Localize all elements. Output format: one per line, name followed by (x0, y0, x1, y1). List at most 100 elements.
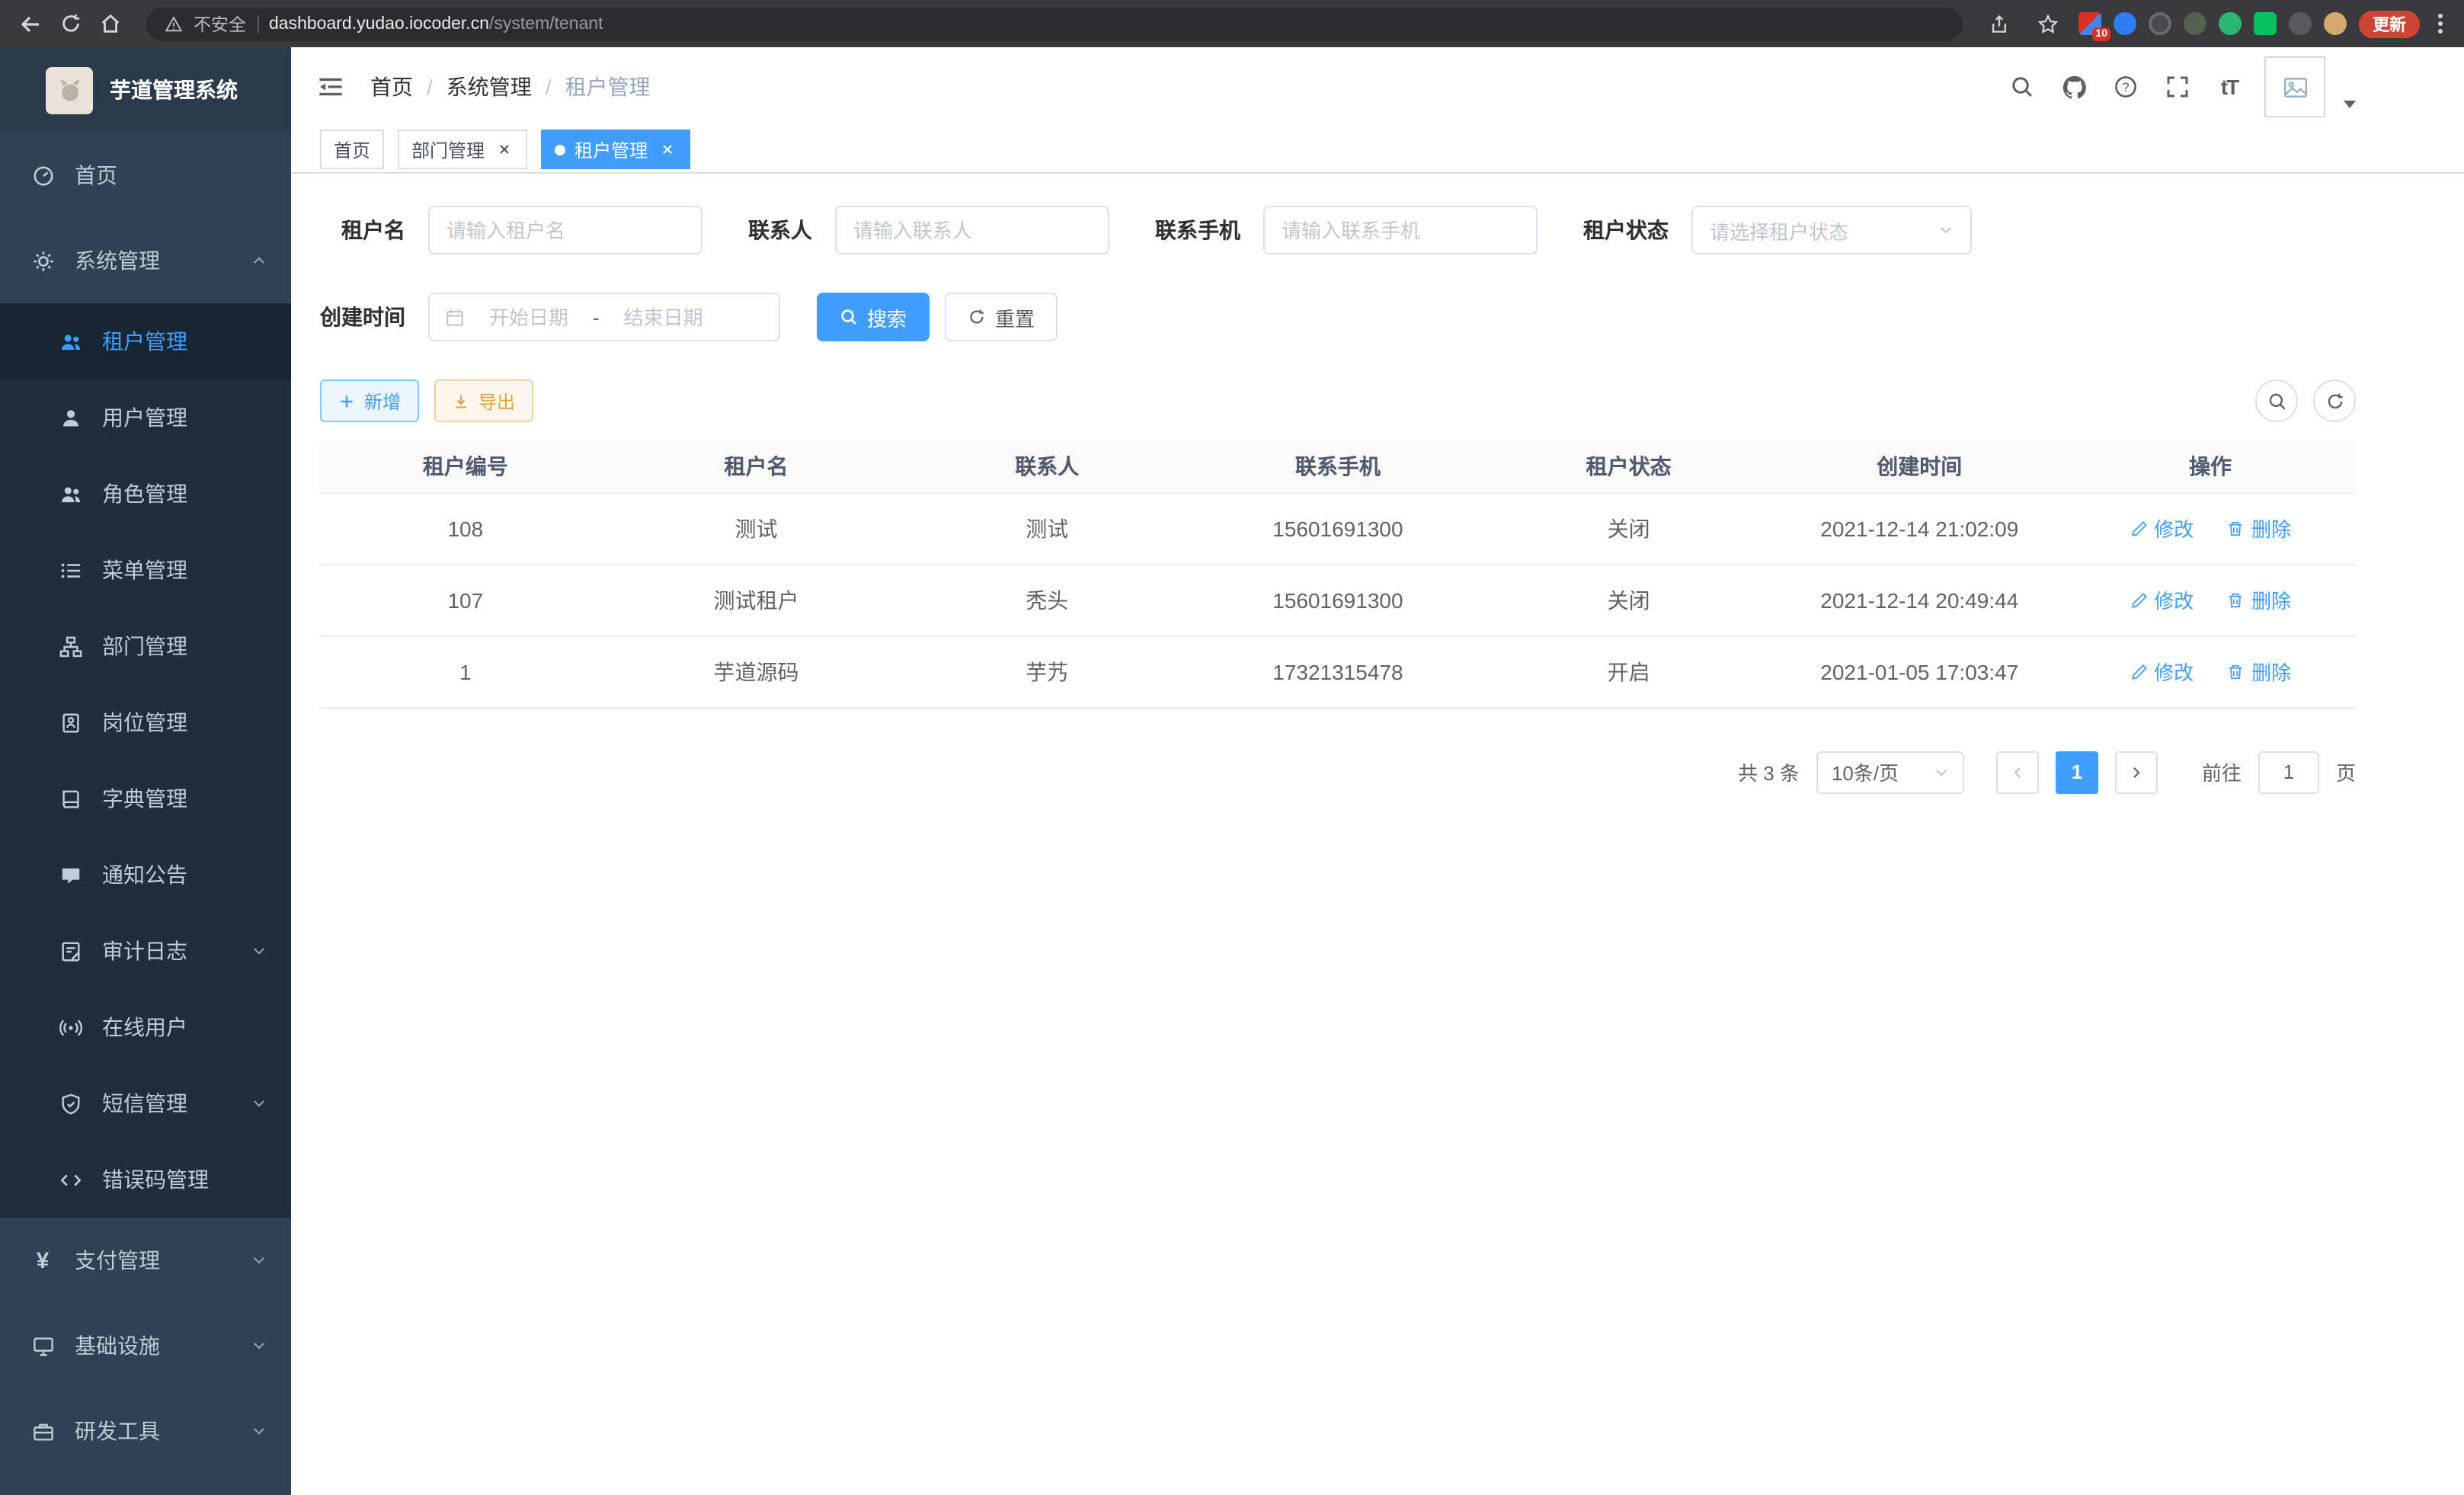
tab-close-icon[interactable] (494, 139, 514, 159)
browser-update-button[interactable]: 更新 (2359, 10, 2420, 37)
toggle-search-icon[interactable] (2255, 379, 2298, 422)
caret-down-icon[interactable] (2344, 100, 2356, 107)
date-end-input[interactable] (606, 306, 722, 328)
extension-icon-4[interactable] (2184, 12, 2206, 35)
audit-log-icon (58, 939, 82, 963)
prev-page-button[interactable] (1996, 751, 2039, 793)
breadcrumb-system[interactable]: 系统管理 (446, 72, 532, 102)
breadcrumb-home[interactable]: 首页 (370, 72, 413, 102)
chevron-down-icon (251, 943, 267, 959)
sidebar-item-notice[interactable]: 通知公告 (0, 837, 291, 913)
sidebar-item-error-code[interactable]: 错误码管理 (0, 1141, 291, 1218)
bookmark-star-icon[interactable] (2030, 5, 2066, 42)
share-icon[interactable] (1981, 5, 2018, 42)
edit-link[interactable]: 修改 (2130, 585, 2194, 614)
contact-input[interactable] (835, 206, 1109, 255)
date-range-picker[interactable]: - (428, 293, 780, 341)
page-number-button[interactable]: 1 (2056, 751, 2098, 793)
edit-link[interactable]: 修改 (2130, 657, 2194, 686)
extension-icon-5[interactable] (2219, 12, 2242, 35)
github-icon[interactable] (2057, 70, 2091, 104)
table-toolbar: 新增 导出 (320, 379, 2356, 422)
add-button[interactable]: 新增 (320, 379, 419, 422)
delete-link[interactable]: 删除 (2227, 657, 2291, 686)
reset-button[interactable]: 重置 (945, 293, 1058, 341)
sidebar-item-tenant[interactable]: 租户管理 (0, 303, 291, 379)
col-tenant-id: 租户编号 (320, 440, 611, 492)
dashboard-icon (30, 163, 55, 187)
tags-view: 首页 部门管理 租户管理 (291, 126, 2464, 174)
sidebar-item-dict[interactable]: 字典管理 (0, 760, 291, 837)
extension-badge: 10 (2092, 27, 2110, 41)
sidebar-item-post[interactable]: 岗位管理 (0, 684, 291, 760)
infra-monitor-icon (30, 1333, 55, 1358)
dev-toolbox-icon (30, 1419, 55, 1443)
status-select[interactable]: 请选择租户状态 (1691, 206, 1972, 255)
extensions-puzzle-icon[interactable] (2289, 12, 2312, 35)
home-icon[interactable] (91, 5, 128, 42)
edit-link[interactable]: 修改 (2130, 514, 2194, 543)
extension-icon-6[interactable] (2254, 12, 2277, 35)
sidebar-item-menu[interactable]: 菜单管理 (0, 532, 291, 608)
tenant-name-input[interactable] (428, 206, 702, 255)
phone-input[interactable] (1263, 206, 1538, 255)
profile-avatar-icon[interactable] (2324, 12, 2347, 35)
extension-icon-1[interactable]: 10 (2078, 12, 2101, 35)
sidebar-item-label: 审计日志 (102, 936, 232, 966)
pagination: 共 3 条 10条/页 1 (320, 751, 2356, 793)
reload-icon[interactable] (52, 5, 88, 42)
sidebar-item-devtools[interactable]: 研发工具 (0, 1388, 291, 1474)
toolbar-right (2255, 379, 2356, 422)
extension-icon-3[interactable] (2149, 12, 2171, 35)
tab-close-icon[interactable] (657, 139, 677, 159)
delete-link[interactable]: 删除 (2227, 514, 2291, 543)
sidebar-item-home[interactable]: 首页 (0, 133, 291, 218)
sidebar-item-system[interactable]: 系统管理 (0, 218, 291, 303)
filter-tenant-name: 租户名 (320, 206, 702, 255)
total-count: 共 3 条 (1738, 757, 1800, 786)
date-start-input[interactable] (471, 306, 587, 328)
sidebar-item-sms[interactable]: 短信管理 (0, 1065, 291, 1141)
next-page-button[interactable] (2115, 751, 2158, 793)
url-bar[interactable]: 不安全 dashboard.yudao.iocoder.cn/system/te… (146, 7, 1963, 40)
gear-icon (30, 248, 55, 273)
refresh-icon[interactable] (2313, 379, 2356, 422)
export-button[interactable]: 导出 (434, 379, 533, 422)
tab-tenant[interactable]: 租户管理 (541, 130, 690, 169)
navbar-tools: ? tT (2005, 56, 2356, 117)
sidebar-item-dept[interactable]: 部门管理 (0, 608, 291, 684)
help-icon[interactable]: ? (2109, 70, 2142, 104)
extension-icon-2[interactable] (2114, 12, 2136, 35)
header-search-icon[interactable] (2005, 70, 2039, 104)
sidebar-item-label: 用户管理 (102, 402, 267, 433)
user-avatar[interactable] (2264, 56, 2325, 117)
col-contact: 联系人 (901, 440, 1192, 492)
delete-link[interactable]: 删除 (2227, 585, 2291, 614)
sidebar-collapse-icon[interactable] (314, 70, 347, 104)
org-tree-icon (58, 634, 82, 658)
user-icon (58, 405, 82, 430)
chrome-menu-icon[interactable] (2432, 14, 2449, 34)
tab-home[interactable]: 首页 (320, 130, 384, 169)
sidebar-menu: 首页 系统管理 租户管理 (0, 133, 291, 1495)
sidebar-item-role[interactable]: 角色管理 (0, 456, 291, 532)
tab-dept[interactable]: 部门管理 (398, 130, 527, 169)
sidebar-item-user[interactable]: 用户管理 (0, 379, 291, 456)
sidebar-item-payment[interactable]: ¥ 支付管理 (0, 1218, 291, 1303)
col-actions: 操作 (2065, 440, 2356, 492)
goto-page-input[interactable] (2258, 751, 2319, 793)
font-size-icon[interactable]: tT (2213, 70, 2246, 104)
page-size-select[interactable]: 10条/页 (1816, 751, 1964, 793)
dict-book-icon (58, 786, 82, 811)
sidebar-item-online-users[interactable]: 在线用户 (0, 989, 291, 1065)
logo-image (46, 66, 93, 114)
search-button[interactable]: 搜索 (817, 293, 930, 341)
back-icon[interactable] (12, 5, 49, 42)
fullscreen-icon[interactable] (2161, 70, 2194, 104)
filter-create-time: 创建时间 - (320, 293, 780, 341)
sidebar-item-audit-log[interactable]: 审计日志 (0, 913, 291, 989)
security-label: 不安全 (194, 11, 246, 36)
logo[interactable]: 芋道管理系统 (0, 47, 291, 133)
sidebar-item-infra[interactable]: 基础设施 (0, 1303, 291, 1388)
status-label: 租户状态 (1583, 215, 1669, 245)
